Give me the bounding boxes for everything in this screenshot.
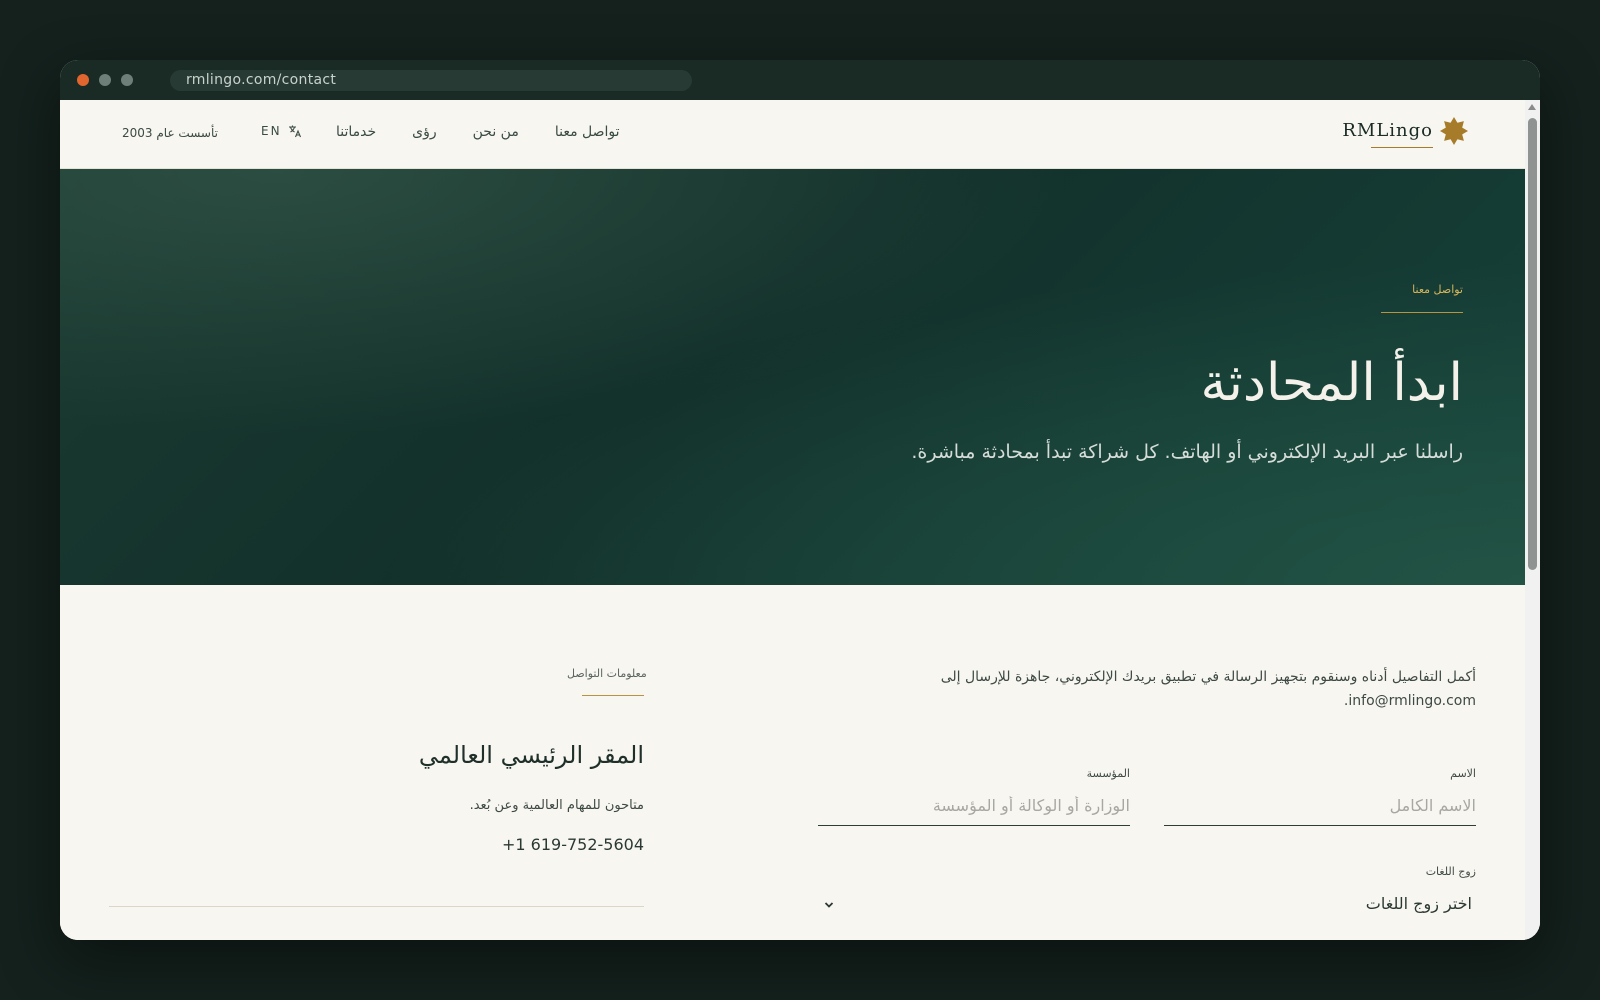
- contact-section: أكمل التفاصيل أدناه وسنقوم بتجهيز الرسال…: [60, 585, 1525, 940]
- phone-link[interactable]: +1 619-752-5604: [444, 835, 644, 854]
- main-nav: خدماتنا رؤى من نحن تواصل معنا: [336, 124, 636, 144]
- form-intro: أكمل التفاصيل أدناه وسنقوم بتجهيز الرسال…: [940, 669, 1476, 709]
- hero-title: ابدأ المحادثة: [1200, 353, 1463, 413]
- hero-section: تواصل معنا ابدأ المحادثة راسلنا عبر البر…: [60, 169, 1525, 585]
- scroll-up-arrow-icon[interactable]: [1528, 104, 1536, 110]
- contact-info-eyebrow: معلومات التواصل: [567, 667, 647, 680]
- chevron-down-icon: [824, 902, 834, 908]
- language-switcher[interactable]: EN: [261, 124, 302, 138]
- logo-underline: [1371, 147, 1433, 148]
- info-divider: [109, 906, 644, 907]
- page-viewport: RMLingo خدماتنا رؤى من نحن تواصل معنا EN…: [60, 100, 1540, 940]
- logo-text: RMLingo: [1342, 120, 1433, 141]
- star-logo-icon: [1440, 117, 1468, 145]
- hero-eyebrow-line: [1381, 312, 1463, 313]
- hero-subtitle: راسلنا عبر البريد الإلكتروني أو الهاتف. …: [911, 441, 1463, 463]
- close-window-button[interactable]: [77, 74, 89, 86]
- nav-link-contact[interactable]: تواصل معنا: [555, 124, 620, 144]
- name-label: الاسم: [1450, 767, 1476, 780]
- site-logo[interactable]: RMLingo: [1342, 116, 1469, 152]
- site-header: RMLingo خدماتنا رؤى من نحن تواصل معنا EN…: [60, 100, 1525, 169]
- organization-label: المؤسسة: [1086, 767, 1130, 780]
- contact-info-eyebrow-line: [582, 695, 644, 696]
- language-pair-value: اختر زوج اللغات: [1365, 894, 1472, 913]
- browser-chrome: rmlingo.com/contact: [60, 60, 1540, 100]
- nav-link-insights[interactable]: رؤى: [412, 124, 436, 144]
- nav-link-services[interactable]: خدماتنا: [336, 124, 376, 144]
- headquarters-description: متاحون للمهام العالمية وعن بُعد.: [469, 798, 644, 813]
- language-label: EN: [261, 124, 282, 138]
- organization-input[interactable]: [818, 786, 1130, 826]
- name-input[interactable]: [1164, 786, 1476, 826]
- language-pair-label: زوج اللغات: [1425, 865, 1476, 878]
- maximize-window-button[interactable]: [121, 74, 133, 86]
- minimize-window-button[interactable]: [99, 74, 111, 86]
- translate-icon: [288, 125, 301, 138]
- founded-text: تأسست عام 2003: [122, 126, 218, 140]
- address-bar[interactable]: rmlingo.com/contact: [170, 70, 692, 91]
- vertical-scrollbar[interactable]: [1525, 100, 1540, 940]
- language-pair-select[interactable]: اختر زوج اللغات: [820, 886, 1476, 922]
- headquarters-title: المقر الرئيسي العالمي: [418, 741, 644, 769]
- nav-link-about[interactable]: من نحن: [473, 124, 519, 144]
- scrollbar-thumb[interactable]: [1528, 118, 1537, 570]
- hero-eyebrow: تواصل معنا: [1412, 283, 1463, 296]
- browser-window: rmlingo.com/contact RMLingo خدماتنا رؤى …: [60, 60, 1540, 940]
